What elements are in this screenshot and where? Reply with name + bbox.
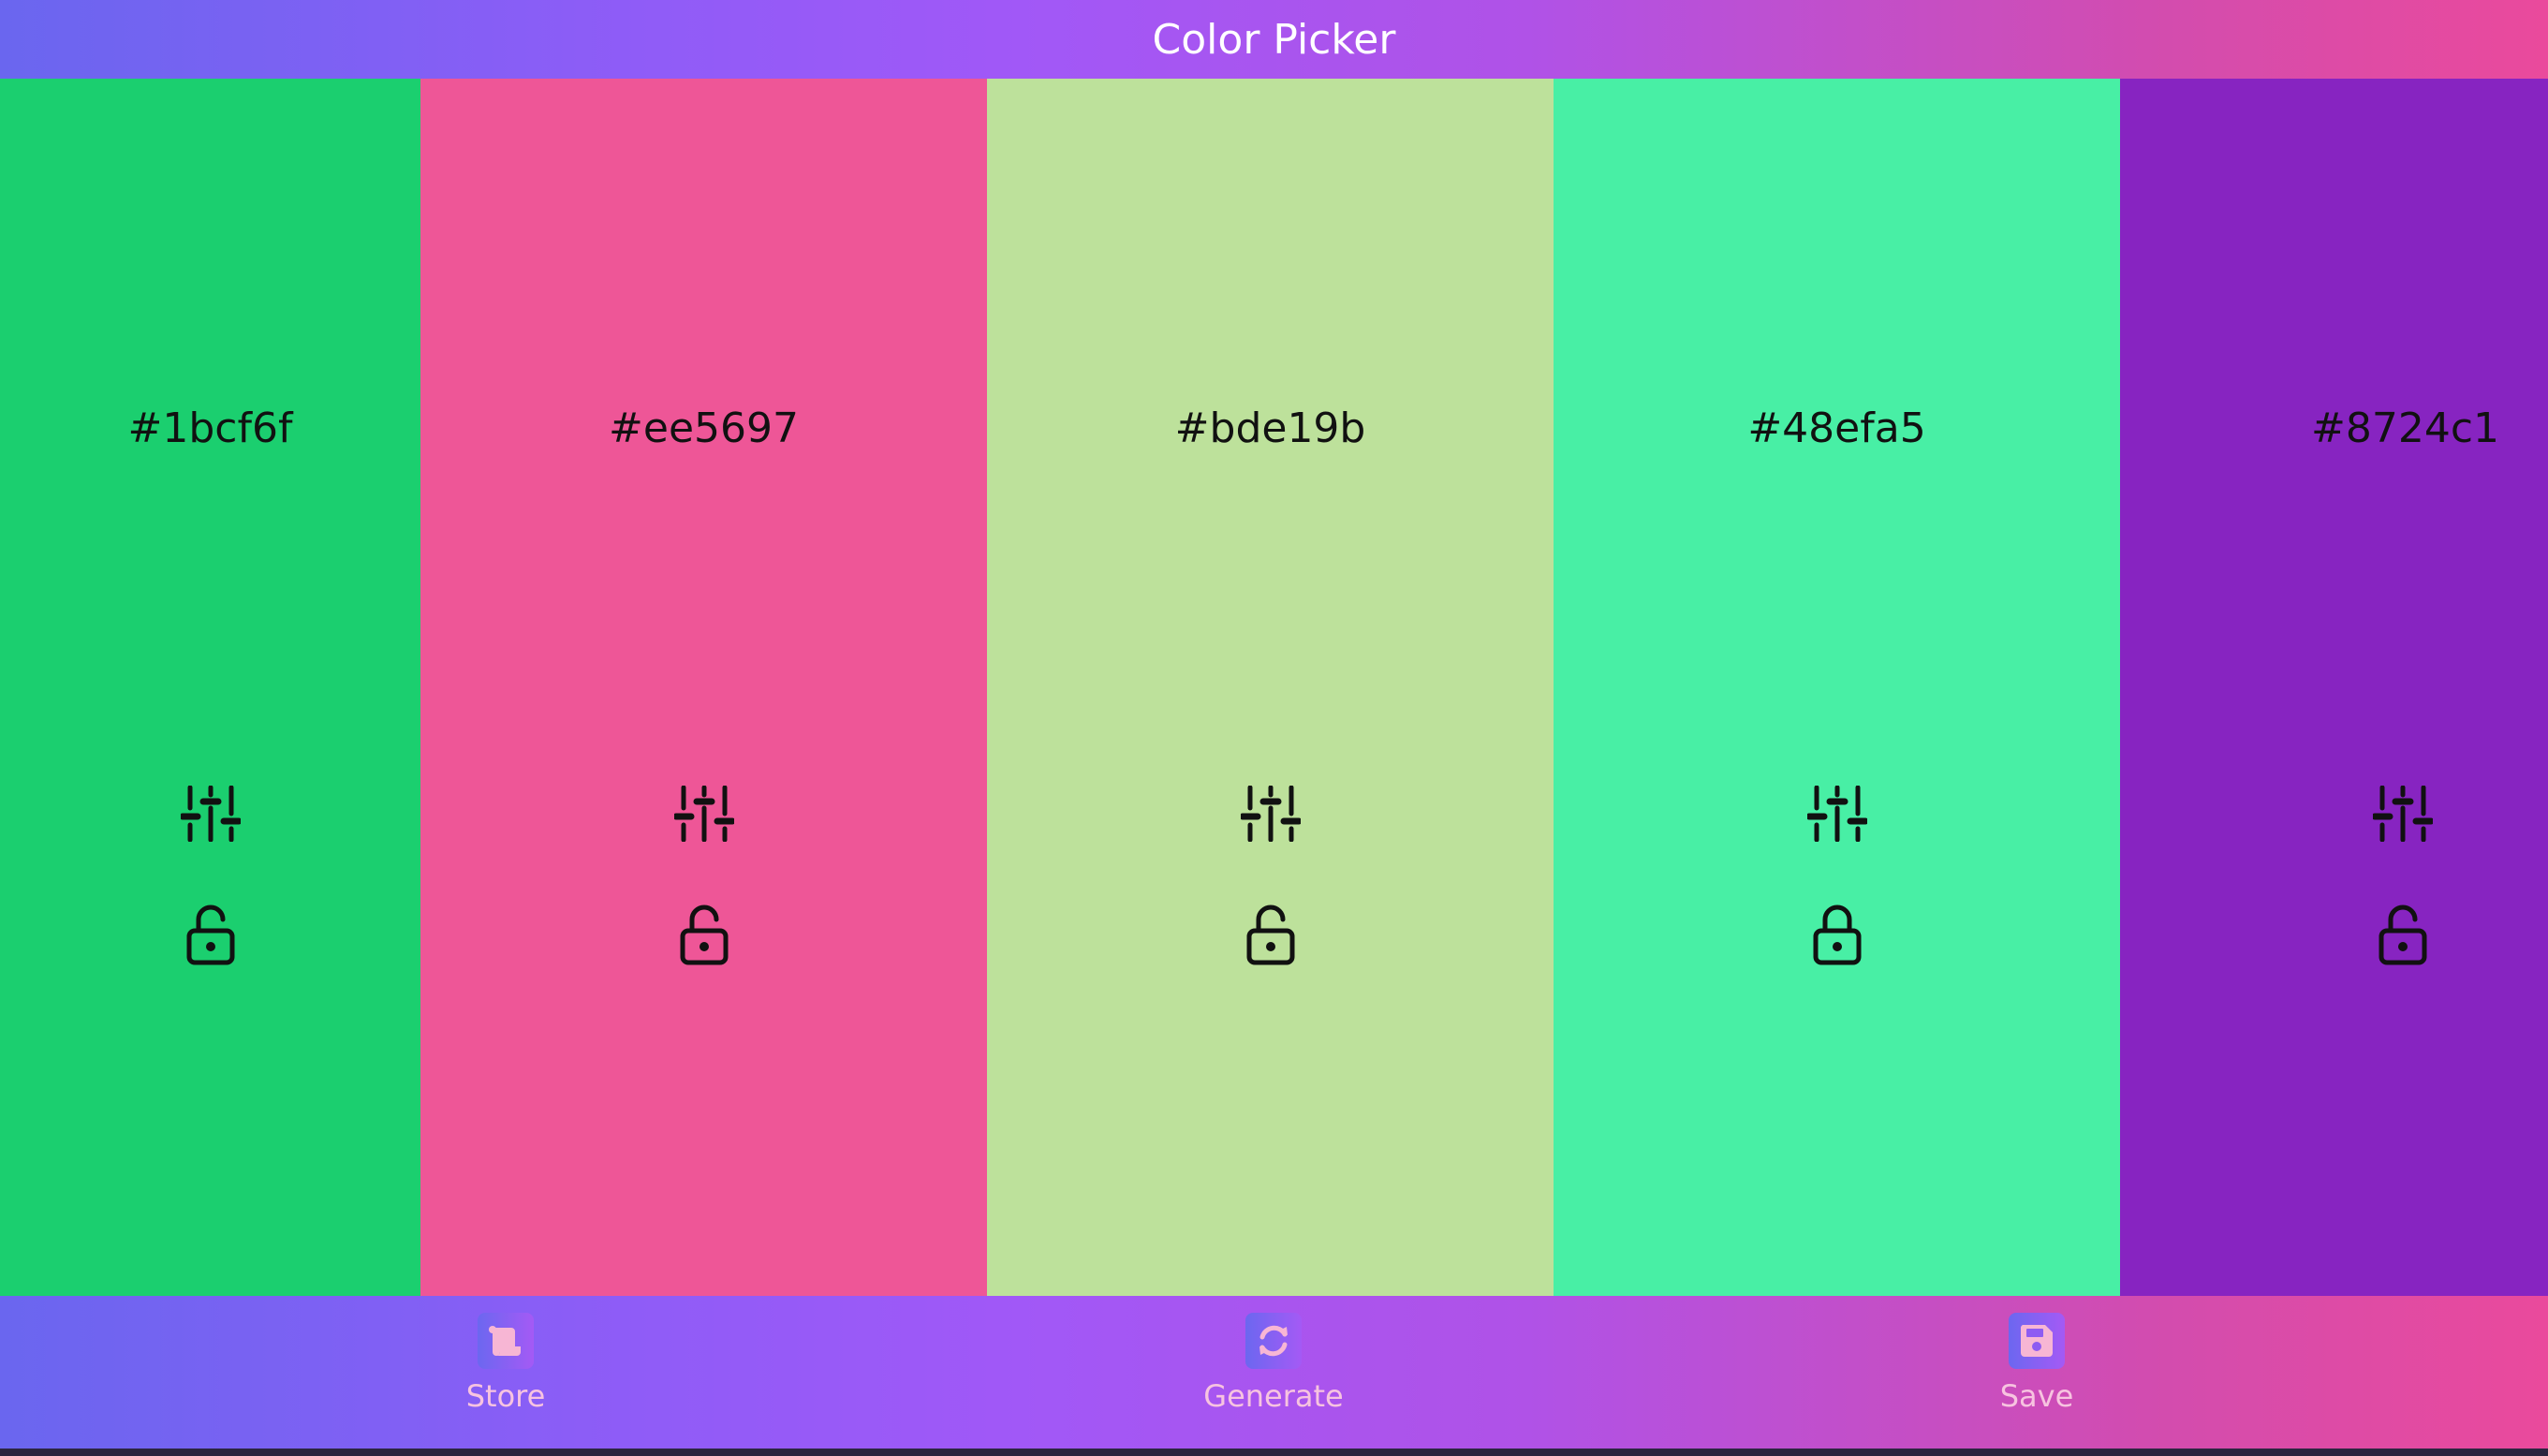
sliders-icon (673, 786, 734, 842)
generate-label: Generate (1203, 1378, 1344, 1414)
hex-code[interactable]: #8724c1 (2120, 404, 2548, 452)
color-panel[interactable]: #48efa5 (1554, 79, 2120, 1296)
page-title: Color Picker (1152, 15, 1396, 64)
lock-toggle-button[interactable] (671, 903, 737, 968)
save-button[interactable]: Save (1934, 1313, 2140, 1444)
lock-open-icon (186, 904, 234, 965)
adjust-button[interactable] (2370, 781, 2436, 846)
bottom-edge (0, 1449, 2548, 1456)
sliders-icon (180, 786, 241, 842)
refresh-icon (1259, 1325, 1288, 1357)
hex-code[interactable]: #bde19b (987, 404, 1554, 452)
adjust-button[interactable] (1238, 781, 1303, 846)
lock-open-icon (680, 904, 728, 965)
generate-button[interactable]: Generate (1171, 1313, 1377, 1444)
hex-code[interactable]: #ee5697 (420, 404, 987, 452)
lock-toggle-button[interactable] (2370, 903, 2436, 968)
color-picker-app: Color Picker #1bcf6f #ee5697 #bde19b #48… (0, 0, 2548, 1456)
palette: #1bcf6f #ee5697 #bde19b #48efa5 #8724c1 (0, 79, 2548, 1296)
app-header: Color Picker (0, 0, 2548, 79)
store-icon-tile (478, 1313, 534, 1369)
color-panel[interactable]: #bde19b (987, 79, 1554, 1296)
adjust-button[interactable] (671, 781, 737, 846)
lock-open-icon (1246, 904, 1294, 965)
scroll-icon (489, 1326, 521, 1356)
hex-code[interactable]: #1bcf6f (0, 404, 420, 452)
sliders-icon (1240, 786, 1301, 842)
adjust-button[interactable] (178, 781, 243, 846)
save-icon-tile (2009, 1313, 2065, 1369)
adjust-button[interactable] (1804, 781, 1870, 846)
lock-toggle-button[interactable] (1238, 903, 1303, 968)
store-label: Store (465, 1378, 546, 1414)
hex-code[interactable]: #48efa5 (1554, 404, 2120, 452)
sliders-icon (2373, 786, 2433, 842)
lock-toggle-button[interactable] (1804, 903, 1870, 968)
generate-icon-tile (1245, 1313, 1302, 1369)
sliders-icon (1806, 786, 1867, 842)
floppy-disk-icon (2020, 1325, 2053, 1357)
lock-toggle-button[interactable] (178, 903, 243, 968)
color-panel[interactable]: #ee5697 (420, 79, 987, 1296)
save-label: Save (1999, 1378, 2074, 1414)
lock-closed-icon (1813, 904, 1861, 965)
lock-open-icon (2379, 904, 2427, 965)
bottom-toolbar: Store Generate Save (0, 1296, 2548, 1449)
store-button[interactable]: Store (403, 1313, 609, 1444)
color-panel[interactable]: #1bcf6f (0, 79, 420, 1296)
color-panel[interactable]: #8724c1 (2120, 79, 2548, 1296)
